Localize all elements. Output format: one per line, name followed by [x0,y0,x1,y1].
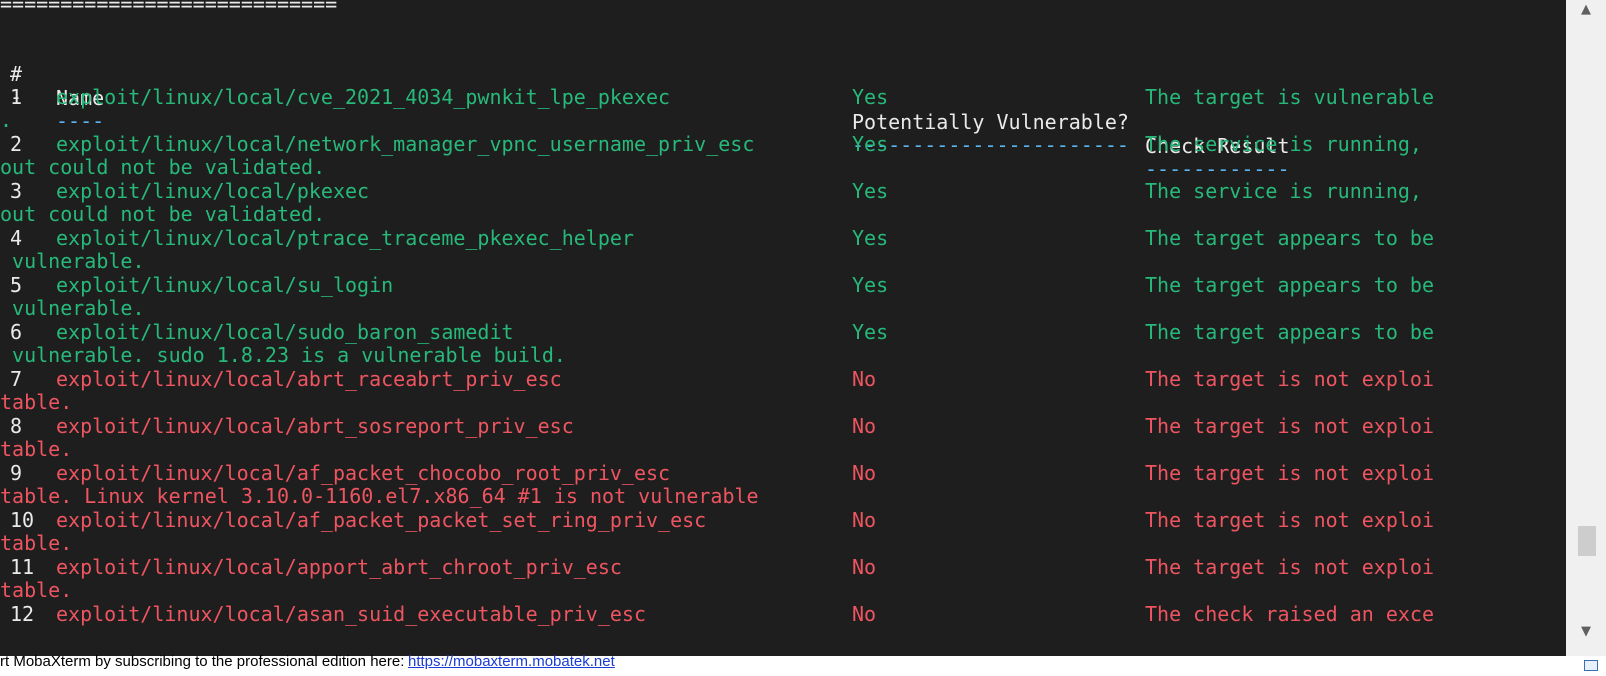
row-module-name: exploit/linux/local/asan_suid_executable… [56,602,647,626]
row-result-continuation: table. [0,578,73,602]
scroll-down-arrow-icon[interactable]: ▼ [1574,622,1598,642]
underline-check-result: ------------ [1145,157,1290,181]
row-vulnerable: No [852,508,877,532]
row-check-result: The service is running, [1145,179,1422,203]
row-result-continuation: table. [0,390,73,414]
row-check-result: The target is not exploi [1145,508,1434,532]
row-result-continuation: vulnerable. sudo 1.8.23 is a vulnerable … [0,343,566,367]
row-number: 5 [10,273,23,297]
row-module-name: exploit/linux/local/apport_abrt_chroot_p… [56,555,622,579]
row-module-name: exploit/linux/local/cve_2021_4034_pwnkit… [56,85,671,109]
row-number: 10 [10,508,35,532]
row-vulnerable: No [852,555,877,579]
row-check-result: The target is vulnerable [1145,85,1434,109]
row-number: 9 [10,461,23,485]
row-vulnerable: Yes [852,273,889,297]
header-underline: - ---- ----------------------- ---------… [0,61,1290,181]
row-module-name: exploit/linux/local/af_packet_chocobo_ro… [56,461,671,485]
row-check-result: The target is not exploi [1145,367,1434,391]
mobaxterm-link[interactable]: https://mobaxterm.mobatek.net [408,652,615,672]
row-module-name: exploit/linux/local/ptrace_traceme_pkexe… [56,226,634,250]
row-result-continuation: vulnerable. [0,249,145,273]
row-number: 3 [10,179,23,203]
scrollbar-thumb[interactable] [1578,526,1596,556]
row-module-name: exploit/linux/local/abrt_raceabrt_priv_e… [56,367,562,391]
row-vulnerable: No [852,602,877,626]
row-number: 6 [10,320,23,344]
row-number: 8 [10,414,23,438]
row-check-result: The service is running, [1145,132,1422,156]
row-check-result: The target appears to be [1145,273,1434,297]
row-check-result: The target appears to be [1145,226,1434,250]
status-message: rt MobaXterm by subscribing to the profe… [0,653,405,670]
row-number: 12 [10,602,35,626]
row-result-continuation: table. Linux kernel 3.10.0-1160.el7.x86_… [0,484,759,508]
row-result-continuation: vulnerable. [0,296,145,320]
row-vulnerable: No [852,461,877,485]
row-vulnerable: Yes [852,179,889,203]
header-vulnerable: Potentially Vulnerable? [852,110,1129,134]
row-check-result: The target is not exploi [1145,461,1434,485]
row-vulnerable: No [852,414,877,438]
row-vulnerable: No [852,367,877,391]
vertical-scrollbar[interactable] [1566,0,1606,656]
row-vulnerable: Yes [852,85,889,109]
row-number: 7 [10,367,23,391]
row-module-name: exploit/linux/local/sudo_baron_samedit [56,320,514,344]
table-header: # Name Potentially Vulnerable? Check Res… [0,38,1290,158]
row-result-continuation: . [0,108,13,132]
row-check-result: The target appears to be [1145,320,1434,344]
row-check-result: The target is not exploi [1145,555,1434,579]
row-number: 1 [10,85,23,109]
row-vulnerable: Yes [852,320,889,344]
row-check-result: The check raised an exce [1145,602,1434,626]
window-icon[interactable] [1584,660,1598,671]
row-module-name: exploit/linux/local/abrt_sosreport_priv_… [56,414,574,438]
row-result-continuation: out could not be validated. [0,202,326,226]
row-number: 2 [10,132,23,156]
row-result-continuation: table. [0,531,73,555]
row-vulnerable: Yes [852,132,889,156]
row-number: 4 [10,226,23,250]
terminal-output[interactable]: ============================ # Name Pote… [0,0,1566,656]
row-module-name: exploit/linux/local/network_manager_vpnc… [56,132,755,156]
row-module-name: exploit/linux/local/af_packet_packet_set… [56,508,707,532]
underline-vulnerable: ----------------------- [852,133,1129,157]
row-module-name: exploit/linux/local/su_login [56,273,394,297]
row-module-name: exploit/linux/local/pkexec [56,179,370,203]
row-result-continuation: table. [0,437,73,461]
separator-line: ============================ [0,0,338,16]
row-vulnerable: Yes [852,226,889,250]
scroll-up-arrow-icon[interactable]: ▲ [1574,0,1598,20]
row-number: 11 [10,555,35,579]
status-bar: rt MobaXterm by subscribing to the profe… [0,653,1606,676]
row-check-result: The target is not exploi [1145,414,1434,438]
underline-name: ---- [56,109,105,133]
row-result-continuation: out could not be validated. [0,155,326,179]
